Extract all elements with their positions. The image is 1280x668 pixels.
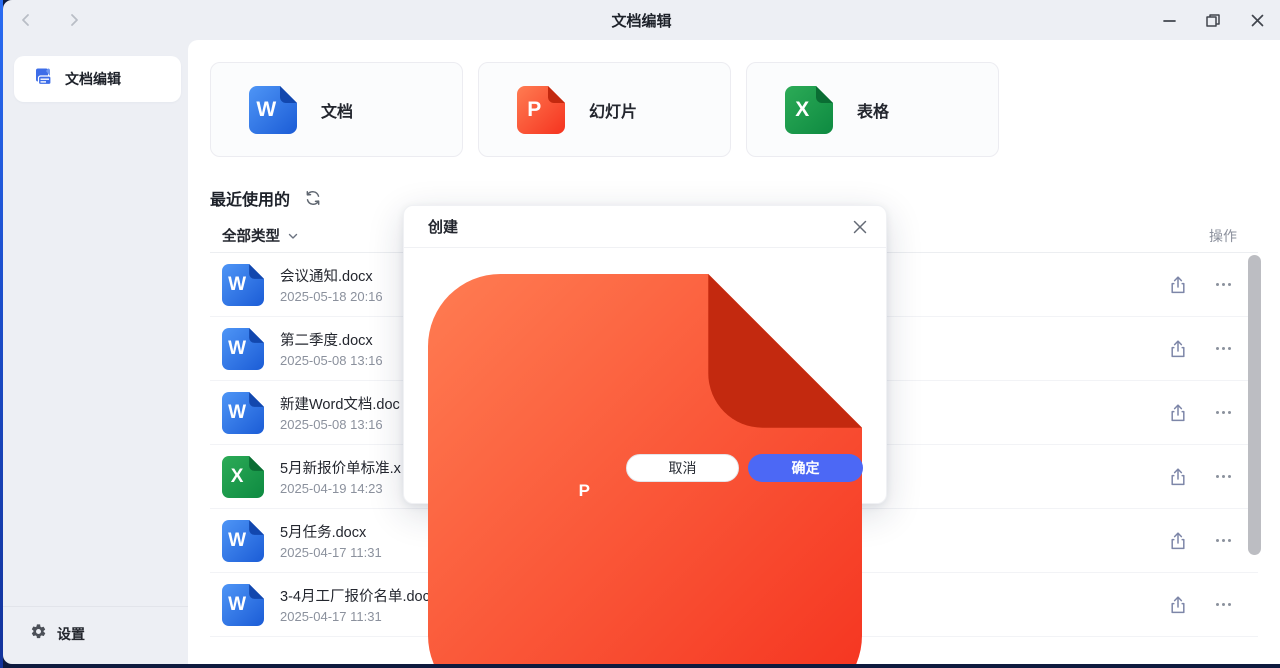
chevron-down-icon [287,230,299,242]
create-card-excel[interactable]: X 表格 [746,62,999,157]
modal-title: 创建 [428,216,458,237]
create-card-word[interactable]: W 文档 [210,62,463,157]
file-name: 5月新报价单标准.x [280,457,401,478]
share-icon[interactable] [1168,467,1188,487]
sidebar-item-settings[interactable]: 设置 [30,618,85,650]
share-icon[interactable] [1168,595,1188,615]
app-window: 文档编辑 [3,0,1280,664]
share-icon[interactable] [1168,531,1188,551]
sidebar-divider [3,606,188,607]
file-name: 新建Word文档.doc [280,393,400,414]
create-card-label: 表格 [857,98,889,122]
settings-label: 设置 [57,624,85,644]
file-type-icon: W [222,584,264,626]
file-name: 会议通知.docx [280,265,383,286]
gear-icon [30,623,47,645]
window-title: 文档编辑 [3,0,1280,40]
file-type-icon: P [517,86,565,134]
confirm-button[interactable]: 确定 [748,454,863,482]
sidebar-item-doc-edit[interactable]: 文档编辑 [14,56,181,102]
create-card-label: 幻灯片 [589,98,637,122]
type-filter-label: 全部类型 [222,225,280,246]
file-modified-time: 2025-05-08 13:16 [280,417,400,432]
document-edit-icon [34,67,53,91]
recent-title: 最近使用的 [210,186,290,210]
modal-close-icon[interactable] [850,217,870,237]
more-actions-icon[interactable] [1212,339,1234,359]
share-icon[interactable] [1168,339,1188,359]
create-card-ppt[interactable]: P 幻灯片 [478,62,731,157]
file-modified-time: 2025-04-19 14:23 [280,481,401,496]
file-modified-time: 2025-04-17 11:31 [280,545,382,560]
file-modified-time: 2025-05-18 20:16 [280,289,383,304]
file-type-icon: X [222,456,264,498]
restore-icon[interactable] [1204,11,1222,29]
more-actions-icon[interactable] [1212,531,1234,551]
file-name: 5月任务.docx [280,521,382,542]
file-type-icon: W [249,86,297,134]
share-icon[interactable] [1168,275,1188,295]
sidebar: 文档编辑 设置 [3,40,188,664]
more-actions-icon[interactable] [1212,595,1234,615]
file-type-icon: W [222,392,264,434]
create-cards-row: W 文档 P 幻灯片 X 表格 [210,62,1280,157]
titlebar: 文档编辑 [3,0,1280,40]
file-name: 第二季度.docx [280,329,383,350]
file-type-icon: W [222,520,264,562]
type-filter-dropdown[interactable]: 全部类型 [210,225,299,246]
file-type-icon: W [222,328,264,370]
share-icon[interactable] [1168,403,1188,423]
create-modal: 创建 P 名称 存储位置 [403,205,887,504]
sidebar-item-label: 文档编辑 [65,69,121,89]
create-card-label: 文档 [321,98,353,122]
minimize-icon[interactable] [1160,11,1178,29]
refresh-icon[interactable] [304,189,322,207]
more-actions-icon[interactable] [1212,275,1234,295]
more-actions-icon[interactable] [1212,403,1234,423]
file-type-icon: X [785,86,833,134]
more-actions-icon[interactable] [1212,467,1234,487]
file-type-icon: W [222,264,264,306]
scrollbar-thumb[interactable] [1248,255,1261,555]
cancel-button[interactable]: 取消 [626,454,739,482]
actions-column-header: 操作 [1209,226,1237,246]
close-icon[interactable] [1248,11,1266,29]
file-modified-time: 2025-05-08 13:16 [280,353,383,368]
